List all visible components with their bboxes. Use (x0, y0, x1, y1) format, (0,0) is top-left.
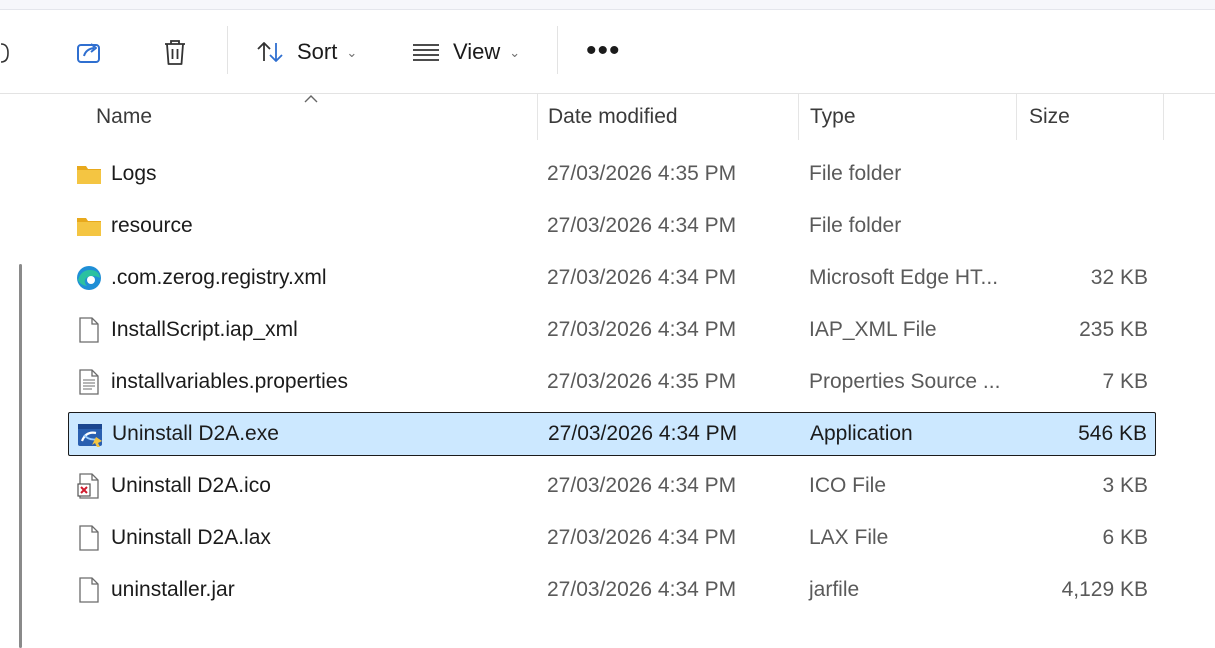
file-name: InstallScript.iap_xml (111, 318, 298, 341)
sort-ascending-caret-icon (304, 95, 318, 103)
file-row[interactable]: Logs 27/03/2026 4:35 PM File folder (68, 152, 1156, 196)
column-header-row: Name Date modified Type Size (0, 94, 1215, 140)
file-size: 6 KB (1102, 526, 1148, 549)
column-divider[interactable] (1163, 94, 1164, 140)
redo-icon[interactable] (0, 40, 10, 66)
file-name: Uninstall D2A.lax (111, 526, 271, 549)
ico-file-icon (77, 473, 99, 499)
list-view-icon (413, 44, 439, 61)
file-date-modified: 27/03/2026 4:35 PM (547, 162, 737, 185)
file-icon (79, 525, 99, 551)
file-icon (79, 317, 99, 343)
sort-arrows-icon (257, 42, 283, 62)
file-row-selected[interactable]: Uninstall D2A.exe 27/03/2026 4:34 PM App… (68, 412, 1156, 456)
file-date-modified: 27/03/2026 4:34 PM (547, 474, 737, 497)
file-type: File folder (809, 162, 902, 185)
file-date-modified: 27/03/2026 4:34 PM (547, 578, 737, 601)
window-top-strip (0, 0, 1215, 10)
file-date-modified: 27/03/2026 4:34 PM (547, 526, 737, 549)
file-type: jarfile (809, 578, 860, 601)
file-type: File folder (809, 214, 902, 237)
file-date-modified: 27/03/2026 4:34 PM (547, 318, 737, 341)
file-name: uninstaller.jar (111, 578, 235, 601)
column-header-name[interactable]: Name (96, 94, 152, 140)
chevron-down-icon: ⌄ (509, 45, 521, 60)
column-divider[interactable] (1016, 94, 1017, 140)
file-type: Microsoft Edge HT... (809, 266, 999, 289)
more-options-button[interactable]: ••• (586, 36, 621, 66)
file-type: IAP_XML File (809, 318, 937, 341)
file-row[interactable]: Uninstall D2A.ico 27/03/2026 4:34 PM ICO… (68, 464, 1156, 508)
file-type: Application (810, 422, 913, 445)
sort-label: Sort (297, 39, 338, 64)
file-size: 4,129 KB (1061, 578, 1148, 601)
file-date-modified: 27/03/2026 4:34 PM (547, 214, 737, 237)
file-name: resource (111, 214, 193, 237)
file-row[interactable]: installvariables.properties 27/03/2026 4… (68, 360, 1156, 404)
sort-button[interactable]: Sort ⌄ (255, 28, 357, 76)
column-divider[interactable] (798, 94, 799, 140)
toolbar-separator (227, 26, 228, 74)
column-header-size[interactable]: Size (1029, 94, 1070, 140)
share-icon (77, 43, 100, 63)
file-type: LAX File (809, 526, 889, 549)
view-label: View (453, 39, 501, 64)
file-date-modified: 27/03/2026 4:34 PM (547, 266, 737, 289)
file-row[interactable]: .com.zerog.registry.xml 27/03/2026 4:34 … (68, 256, 1156, 300)
toolbar-separator (557, 26, 558, 74)
file-row[interactable]: uninstaller.jar 27/03/2026 4:34 PM jarfi… (68, 568, 1156, 612)
file-date-modified: 27/03/2026 4:34 PM (548, 422, 738, 445)
application-icon (78, 424, 102, 447)
text-file-icon (79, 369, 99, 395)
file-size: 7 KB (1102, 370, 1148, 393)
file-name: .com.zerog.registry.xml (111, 266, 327, 289)
file-row[interactable]: Uninstall D2A.lax 27/03/2026 4:34 PM LAX… (68, 516, 1156, 560)
file-size: 235 KB (1079, 318, 1148, 341)
file-icon (79, 577, 99, 603)
file-name: Uninstall D2A.ico (111, 474, 271, 497)
file-name: Logs (111, 162, 157, 185)
file-date-modified: 27/03/2026 4:35 PM (547, 370, 737, 393)
file-size: 546 KB (1078, 422, 1147, 445)
chevron-down-icon: ⌄ (346, 45, 358, 60)
column-divider[interactable] (537, 94, 538, 140)
column-header-date[interactable]: Date modified (548, 94, 678, 140)
vertical-scrollbar[interactable] (19, 264, 22, 648)
share-button[interactable] (74, 28, 104, 76)
folder-icon (77, 218, 101, 236)
file-name: installvariables.properties (111, 370, 348, 393)
file-row[interactable]: InstallScript.iap_xml 27/03/2026 4:34 PM… (68, 308, 1156, 352)
file-name: Uninstall D2A.exe (112, 422, 279, 445)
file-size: 3 KB (1102, 474, 1148, 497)
folder-icon (77, 166, 101, 184)
file-type: ICO File (809, 474, 887, 497)
file-size: 32 KB (1090, 266, 1148, 289)
file-type: Properties Source ... (809, 370, 1001, 393)
file-row[interactable]: resource 27/03/2026 4:34 PM File folder (68, 204, 1156, 248)
trash-icon (165, 40, 185, 65)
delete-button[interactable] (161, 28, 189, 76)
column-header-type[interactable]: Type (810, 94, 856, 140)
view-button[interactable]: View ⌄ (411, 28, 520, 76)
edge-icon (77, 266, 101, 290)
